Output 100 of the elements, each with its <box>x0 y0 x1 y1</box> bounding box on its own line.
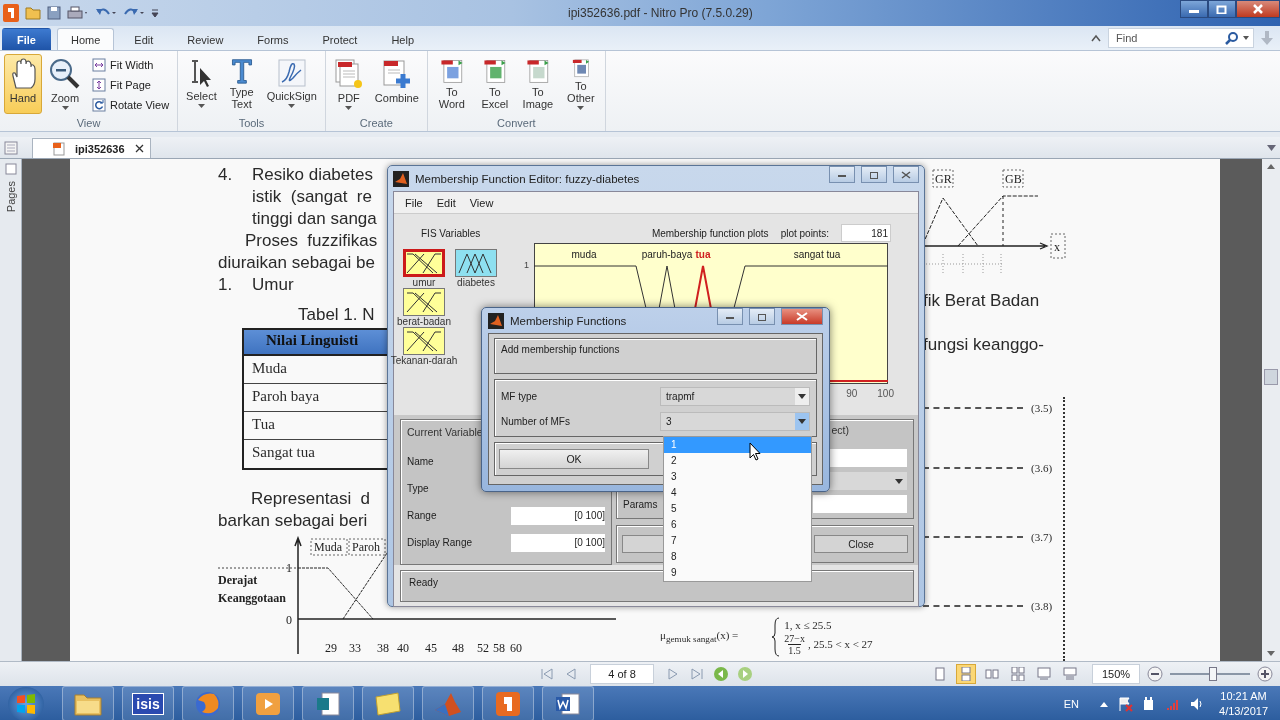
ribbon-button[interactable]: Fit Width <box>88 56 174 73</box>
membership-icon[interactable] <box>403 288 445 316</box>
caret-icon[interactable] <box>1242 35 1250 41</box>
fit-page-icon <box>92 77 106 92</box>
search-box[interactable]: Find <box>1108 28 1254 48</box>
zoom-in-button[interactable] <box>1256 665 1274 683</box>
dropdown-option[interactable]: 2 <box>664 453 811 469</box>
list-number: 1. <box>218 274 234 296</box>
ribbon-button[interactable]: Fit Page <box>88 76 174 93</box>
dropdown-option[interactable]: 8 <box>664 549 811 565</box>
curve-label[interactable]: tua <box>695 249 711 260</box>
restore-button[interactable] <box>1208 0 1236 18</box>
ribbon-button[interactable]: Type Text <box>223 54 260 114</box>
zoom-out-button[interactable] <box>1146 665 1164 683</box>
file-menu-button[interactable]: File <box>2 28 51 50</box>
ribbon-button[interactable]: Combine <box>370 54 423 114</box>
close-button[interactable] <box>893 166 919 183</box>
dropdown[interactable]: trapmf <box>660 387 810 406</box>
text-line: istik (sangat re <box>252 186 373 208</box>
menu-item[interactable]: File <box>400 196 428 209</box>
ribbon-button[interactable]: To Image <box>517 54 558 114</box>
membership-icon[interactable] <box>455 249 497 277</box>
text-field[interactable] <box>813 495 907 513</box>
curve-label[interactable]: muda <box>571 249 597 260</box>
isis-icon[interactable]: isis <box>132 692 164 715</box>
ribbon-button[interactable]: To Excel <box>474 54 515 114</box>
dropdown-option[interactable]: 9 <box>664 565 811 581</box>
menu-item[interactable]: Edit <box>431 196 461 209</box>
collapse-ribbon-icon[interactable] <box>1090 33 1102 43</box>
text-field[interactable]: [0 100] <box>511 506 605 525</box>
maximize-button[interactable] <box>861 166 887 183</box>
combine-icon <box>380 58 413 90</box>
menu-item[interactable]: View <box>464 196 499 209</box>
curve-label[interactable]: paruh-baya <box>641 249 693 260</box>
search-icon[interactable] <box>1225 31 1239 45</box>
document-tab[interactable]: ipi352636 <box>32 138 151 158</box>
tick-label: 38 <box>377 641 389 655</box>
notes-icon[interactable] <box>373 690 403 717</box>
dropdown[interactable]: 3 <box>660 412 810 431</box>
ribbon-button[interactable]: To Word <box>431 54 472 114</box>
scroll-down-icon[interactable] <box>1267 651 1275 657</box>
document-icon[interactable] <box>314 689 342 718</box>
language-indicator[interactable]: EN <box>1063 697 1080 710</box>
scroll-thumb[interactable] <box>1264 369 1278 385</box>
dropdown-option[interactable]: 5 <box>664 501 811 517</box>
dropdown-option[interactable]: 3 <box>664 469 811 485</box>
minimize-button[interactable] <box>717 308 743 325</box>
membership-icon[interactable] <box>403 249 445 277</box>
scrollbar[interactable] <box>1262 159 1280 661</box>
window-title: Membership Function Editor: fuzzy-diabetes <box>415 172 640 185</box>
dropdown-option[interactable]: 4 <box>664 485 811 501</box>
slider-thumb[interactable] <box>1209 667 1218 681</box>
ribbon-button[interactable]: Zoom <box>45 54 85 114</box>
ribbon-tab[interactable]: Edit <box>120 28 168 50</box>
curve-label[interactable]: sangat tua <box>793 249 841 260</box>
membership-icon[interactable] <box>403 327 445 355</box>
pages-tab[interactable]: Pages <box>4 181 17 213</box>
start-button[interactable] <box>8 686 44 720</box>
printer-icon[interactable] <box>67 6 89 20</box>
view-mode-button[interactable] <box>1008 664 1028 684</box>
app-logo-icon[interactable] <box>3 4 19 22</box>
close-button[interactable]: Close <box>814 535 908 553</box>
ribbon-button[interactable]: Rotate View <box>88 96 174 113</box>
ribbon-tab[interactable]: Home <box>56 28 115 50</box>
ribbon-tab[interactable]: Help <box>377 28 428 50</box>
maximize-button[interactable] <box>749 308 775 325</box>
ribbon-button[interactable]: PDF <box>329 54 368 114</box>
minimize-button[interactable] <box>1180 0 1208 18</box>
ribbon-button[interactable]: Select <box>182 54 221 114</box>
equation-number: (3.8) <box>1031 600 1053 612</box>
dropdown-option[interactable]: 7 <box>664 533 811 549</box>
page-number-field[interactable]: 4 of 8 <box>590 664 654 684</box>
dropdown-option[interactable]: 6 <box>664 517 811 533</box>
close-button[interactable] <box>1236 0 1280 18</box>
ok-button[interactable]: OK <box>499 449 649 469</box>
caret-icon[interactable] <box>1267 144 1276 151</box>
ribbon-button[interactable]: Hand <box>4 54 42 114</box>
close-button[interactable] <box>781 308 823 325</box>
flag-icon[interactable] <box>1117 695 1134 712</box>
chart-label: GR <box>935 172 952 186</box>
minimize-button[interactable] <box>829 166 855 183</box>
nitro-app-icon[interactable] <box>494 689 522 718</box>
zoom-field[interactable]: 150% <box>1092 664 1140 684</box>
tick-label: 33 <box>349 641 361 655</box>
text-field[interactable]: [0 100] <box>511 533 605 552</box>
save-icon[interactable] <box>47 6 61 20</box>
caret-icon <box>895 478 903 484</box>
ribbon-tab[interactable]: Forms <box>243 28 303 50</box>
clock[interactable]: 10:21 AM 4/13/2017 <box>1219 688 1268 719</box>
ribbon-button[interactable]: To Other <box>560 54 601 114</box>
page-layout-icon <box>1011 667 1025 681</box>
panel-toggle-icon[interactable] <box>4 140 18 155</box>
customize-caret-icon[interactable] <box>151 8 159 18</box>
close-icon[interactable] <box>134 144 144 153</box>
find-field[interactable]: Find <box>1112 30 1222 46</box>
ribbon-tab[interactable]: Review <box>173 28 238 50</box>
plot-points-field[interactable]: 181 <box>841 224 891 242</box>
scroll-up-icon[interactable] <box>1267 163 1275 169</box>
ribbon-tab[interactable]: Protect <box>308 28 372 50</box>
ribbon-button[interactable]: QuickSign <box>262 54 321 114</box>
